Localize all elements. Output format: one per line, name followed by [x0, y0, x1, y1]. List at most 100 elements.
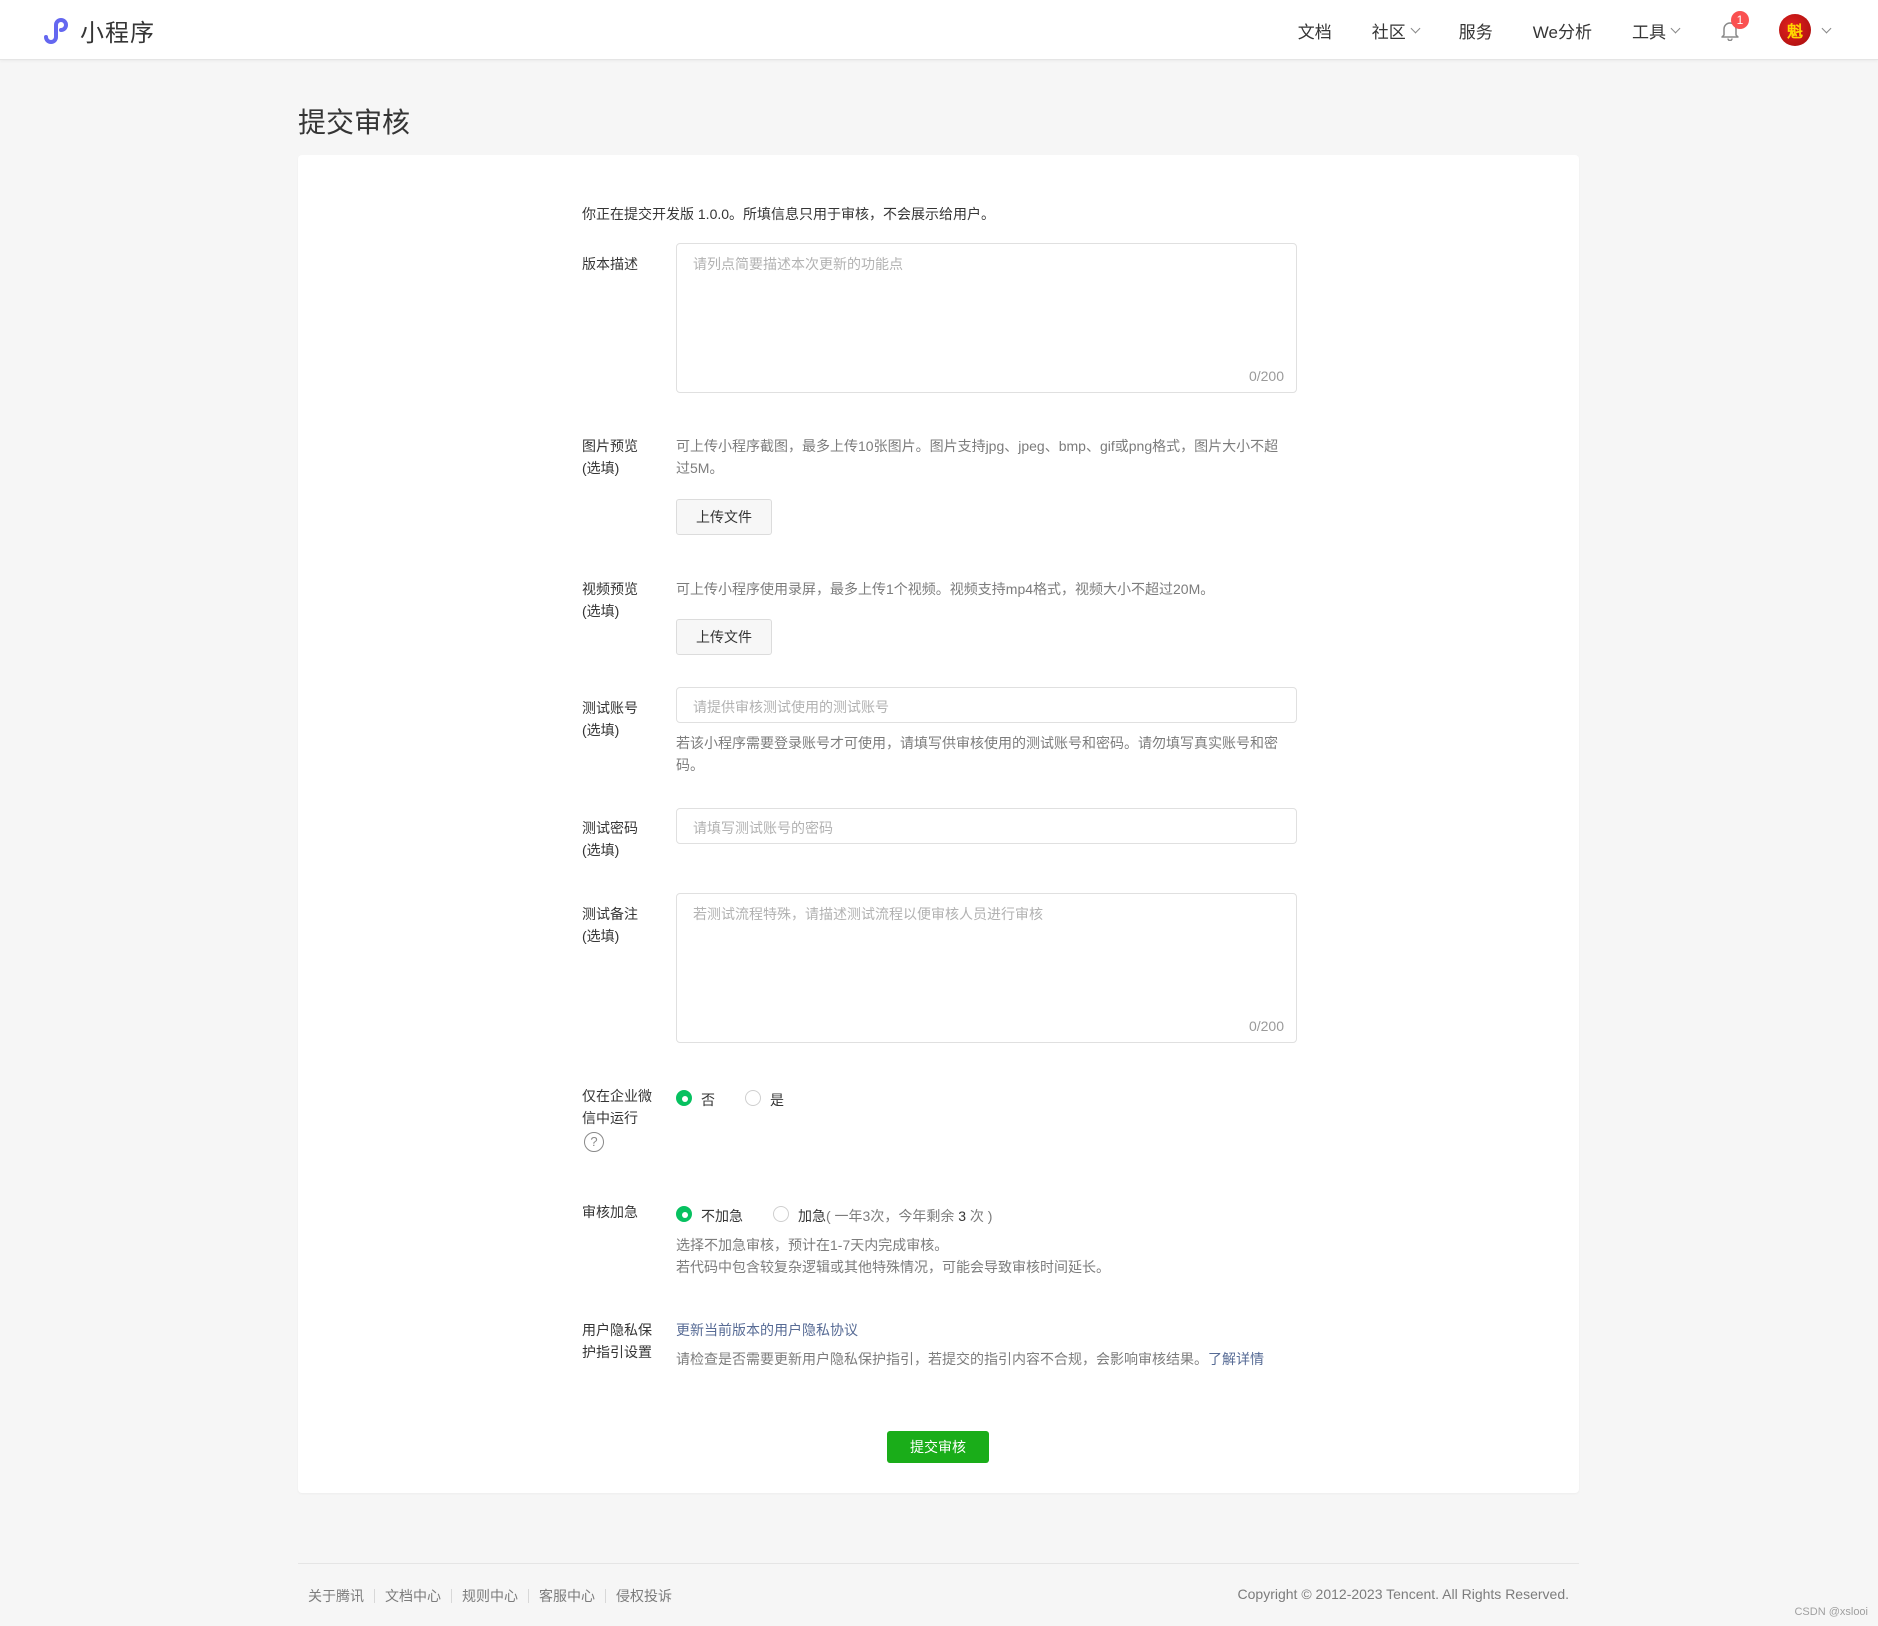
image-preview-hint-line1: 可上传小程序截图，最多上传10张图片。图片支持jpg、jpeg、bmp、gif或…	[676, 438, 1279, 454]
nav-community-label: 社区	[1371, 22, 1406, 42]
expedite-label: 审核加急	[582, 1204, 638, 1220]
test-password-placeholder: 请填写测试账号的密码	[693, 820, 833, 836]
version-desc-counter: 0/200	[1248, 368, 1284, 384]
wecom-only-label-line1: 仅在企业微	[582, 1088, 652, 1104]
version-desc-placeholder: 请列点简要描述本次更新的功能点	[693, 256, 903, 272]
form-intro: 你正在提交开发版 1.0.0。所填信息只用于审核，不会展示给用户。	[582, 206, 996, 222]
privacy-hint-text: 请检查是否需要更新用户隐私保护指引，若提交的指引内容不合规，会影响审核结果。	[676, 1351, 1208, 1367]
video-preview-label: 视频预览 (选填)	[582, 578, 638, 622]
nav-docs-label: 文档	[1297, 22, 1332, 42]
video-preview-label-line1: 视频预览	[582, 581, 638, 597]
footer-link-service[interactable]: 客服中心	[539, 1586, 595, 1606]
nav-tools-label: 工具	[1632, 22, 1666, 42]
video-upload-button[interactable]: 上传文件	[676, 619, 772, 655]
nav-tools[interactable]: 工具	[1632, 18, 1681, 43]
image-preview-label: 图片预览 (选填)	[582, 435, 638, 479]
notification-bell[interactable]: 1	[1719, 11, 1749, 42]
privacy-label-line1: 用户隐私保	[582, 1322, 652, 1338]
test-notes-label-line2: (选填)	[582, 928, 620, 944]
privacy-update-row: 更新当前版本的用户隐私协议	[676, 1319, 1306, 1341]
expedite-hint: 选择不加急审核，预计在1-7天内完成审核。 若代码中包含较复杂逻辑或其他特殊情况…	[676, 1234, 1306, 1278]
chevron-down-icon	[1670, 23, 1681, 33]
logo-text: 小程序	[80, 20, 155, 47]
video-preview-label-line2: (选填)	[582, 603, 620, 619]
test-notes-label: 测试备注 (选填)	[582, 903, 638, 947]
top-nav: 文档 社区 服务 We分析 工具 1 魁	[1298, 0, 1878, 60]
expedite-label-no: 不加急	[701, 1208, 743, 1224]
submit-review-button[interactable]: 提交审核	[887, 1431, 989, 1463]
video-preview-hint: 可上传小程序使用录屏，最多上传1个视频。视频支持mp4格式，视频大小不超过20M…	[676, 581, 1215, 597]
footer-link-docs[interactable]: 文档中心	[385, 1586, 441, 1606]
footer-link-rules[interactable]: 规则中心	[462, 1586, 518, 1606]
test-account-hint: 若该小程序需要登录账号才可使用，请填写供审核使用的测试账号和密码。请勿填写真实账…	[676, 732, 1306, 776]
footer-separator	[528, 1589, 529, 1603]
version-desc-textarea[interactable]: 请列点简要描述本次更新的功能点 0/200	[676, 243, 1297, 393]
test-notes-placeholder: 若测试流程特殊，请描述测试流程以便审核人员进行审核	[693, 906, 1043, 922]
test-notes-label-line1: 测试备注	[582, 906, 638, 922]
wecom-only-label: 仅在企业微 信中运行	[582, 1085, 652, 1129]
expedite-quota-remaining: 3	[958, 1208, 967, 1224]
image-preview-label-line2: (选填)	[582, 460, 620, 476]
test-account-label-line1: 测试账号	[582, 700, 638, 716]
test-notes-textarea[interactable]: 若测试流程特殊，请描述测试流程以便审核人员进行审核 0/200	[676, 893, 1297, 1043]
test-account-hint-line2: 码。	[676, 757, 704, 773]
privacy-label: 用户隐私保 护指引设置	[582, 1319, 652, 1363]
footer-separator	[374, 1589, 375, 1603]
test-password-label: 测试密码 (选填)	[582, 817, 638, 861]
expedite-quota-prefix: ( 一年3次，今年剩余	[826, 1208, 959, 1224]
miniprogram-logo-icon	[44, 17, 68, 44]
expedite-radio-yes[interactable]	[773, 1206, 789, 1222]
footer-link-about[interactable]: 关于腾讯	[308, 1586, 364, 1606]
test-account-input[interactable]: 请提供审核测试使用的测试账号	[676, 687, 1297, 723]
watermark: CSDN @xslooi	[1794, 1606, 1868, 1618]
footer-links: 关于腾讯 文档中心 规则中心 客服中心 侵权投诉	[308, 1586, 672, 1606]
privacy-hint: 请检查是否需要更新用户隐私保护指引，若提交的指引内容不合规，会影响审核结果。了解…	[676, 1348, 1306, 1370]
nav-services[interactable]: 服务	[1459, 18, 1493, 43]
nav-weanalysis-label: We分析	[1532, 22, 1592, 42]
footer-separator	[605, 1589, 606, 1603]
page-title: 提交审核	[298, 107, 411, 138]
help-icon[interactable]: ?	[584, 1132, 604, 1152]
privacy-details-link[interactable]: 了解详情	[1208, 1351, 1264, 1367]
wecom-only-radio-no[interactable]	[676, 1090, 692, 1106]
test-password-label-line1: 测试密码	[582, 820, 638, 836]
test-notes-counter: 0/200	[1248, 1018, 1284, 1034]
footer-divider	[298, 1563, 1579, 1564]
wecom-only-label-line2: 信中运行	[582, 1110, 638, 1126]
privacy-label-line2: 护指引设置	[582, 1344, 652, 1360]
notification-badge: 1	[1731, 11, 1749, 29]
wecom-only-label-yes: 是	[770, 1092, 784, 1108]
privacy-update-link[interactable]: 更新当前版本的用户隐私协议	[676, 1322, 858, 1338]
wecom-only-radio-yes[interactable]	[745, 1090, 761, 1106]
logo[interactable]: 小程序	[38, 13, 155, 48]
expedite-hint-line1: 选择不加急审核，预计在1-7天内完成审核。	[676, 1237, 949, 1253]
test-password-input[interactable]: 请填写测试账号的密码	[676, 808, 1297, 844]
test-account-label: 测试账号 (选填)	[582, 697, 638, 741]
image-preview-label-line1: 图片预览	[582, 438, 638, 454]
expedite-yes-text: 加急	[798, 1208, 826, 1224]
top-header: 小程序 文档 社区 服务 We分析 工具 1 魁	[0, 0, 1878, 60]
expedite-quota-suffix: 次 )	[966, 1208, 993, 1224]
test-password-label-line2: (选填)	[582, 842, 620, 858]
wecom-only-label-no: 否	[701, 1092, 715, 1108]
copyright: Copyright © 2012-2023 Tencent. All Right…	[1237, 1586, 1569, 1602]
chevron-down-icon	[1410, 23, 1421, 33]
image-preview-hint-line2: 过5M。	[676, 460, 724, 476]
image-upload-button[interactable]: 上传文件	[676, 499, 772, 535]
avatar[interactable]: 魁	[1779, 14, 1811, 46]
test-account-hint-line1: 若该小程序需要登录账号才可使用，请填写供审核使用的测试账号和密码。请勿填写真实账…	[676, 735, 1278, 751]
avatar-text: 魁	[1786, 24, 1803, 41]
nav-community[interactable]: 社区	[1371, 18, 1421, 43]
footer-separator	[451, 1589, 452, 1603]
footer-link-complaint[interactable]: 侵权投诉	[616, 1586, 672, 1606]
test-account-label-line2: (选填)	[582, 722, 620, 738]
chevron-down-icon[interactable]	[1821, 23, 1832, 33]
nav-services-label: 服务	[1458, 22, 1493, 42]
image-preview-hint: 可上传小程序截图，最多上传10张图片。图片支持jpg、jpeg、bmp、gif或…	[676, 435, 1306, 479]
nav-weanalysis[interactable]: We分析	[1533, 18, 1592, 43]
test-account-placeholder: 请提供审核测试使用的测试账号	[693, 699, 889, 715]
nav-docs[interactable]: 文档	[1298, 18, 1332, 43]
expedite-radio-no[interactable]	[676, 1206, 692, 1222]
expedite-label-yes: 加急( 一年3次，今年剩余 3 次 )	[798, 1206, 992, 1226]
version-desc-label: 版本描述	[582, 256, 638, 272]
